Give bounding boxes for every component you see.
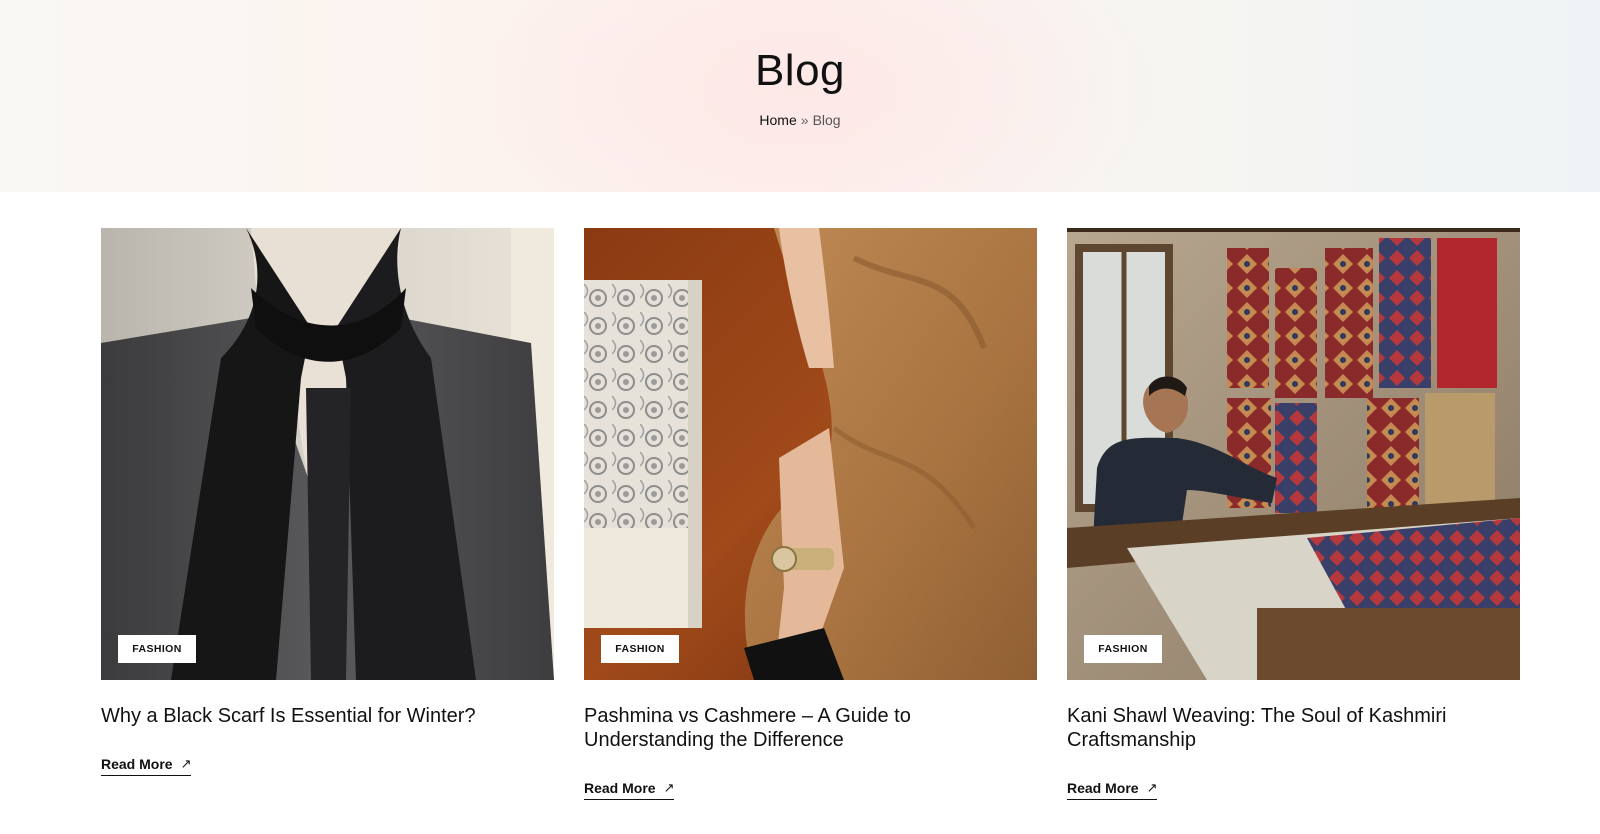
breadcrumb: Home» Blog xyxy=(0,112,1600,128)
page-title: Blog xyxy=(754,46,846,95)
post-image[interactable]: FASHION xyxy=(1067,228,1520,680)
read-more-link[interactable]: Read More ↗ xyxy=(101,756,192,776)
black-scarf-on-mannequin-photo xyxy=(101,228,554,680)
blog-card: FASHION Pashmina vs Cashmere – A Guide t… xyxy=(584,228,1037,800)
post-title[interactable]: Why a Black Scarf Is Essential for Winte… xyxy=(101,704,541,728)
breadcrumb-separator: » xyxy=(800,112,809,128)
pashmina-shawls-photo xyxy=(584,228,1037,680)
post-title[interactable]: Kani Shawl Weaving: The Soul of Kashmiri… xyxy=(1067,704,1507,752)
arrow-up-right-icon: ↗ xyxy=(1146,780,1158,795)
blog-card: FASHION Why a Black Scarf Is Essential f… xyxy=(101,228,554,776)
loom-weaving-photo xyxy=(1067,228,1520,680)
arrow-up-right-icon: ↗ xyxy=(663,780,675,795)
read-more-label: Read More xyxy=(584,780,656,796)
post-image[interactable]: FASHION xyxy=(584,228,1037,680)
read-more-label: Read More xyxy=(1067,780,1139,796)
read-more-link[interactable]: Read More ↗ xyxy=(584,780,675,800)
category-badge[interactable]: FASHION xyxy=(601,635,679,663)
read-more-label: Read More xyxy=(101,756,173,772)
post-image[interactable]: FASHION xyxy=(101,228,554,680)
page-hero: Blog Home» Blog xyxy=(0,0,1600,192)
category-badge[interactable]: FASHION xyxy=(1084,635,1162,663)
category-badge[interactable]: FASHION xyxy=(118,635,196,663)
post-title[interactable]: Pashmina vs Cashmere – A Guide to Unders… xyxy=(584,704,1024,752)
blog-card: FASHION Kani Shawl Weaving: The Soul of … xyxy=(1067,228,1520,800)
arrow-up-right-icon: ↗ xyxy=(180,756,192,771)
breadcrumb-current: Blog xyxy=(812,112,841,128)
read-more-link[interactable]: Read More ↗ xyxy=(1067,780,1158,800)
breadcrumb-home-link[interactable]: Home xyxy=(759,112,796,128)
